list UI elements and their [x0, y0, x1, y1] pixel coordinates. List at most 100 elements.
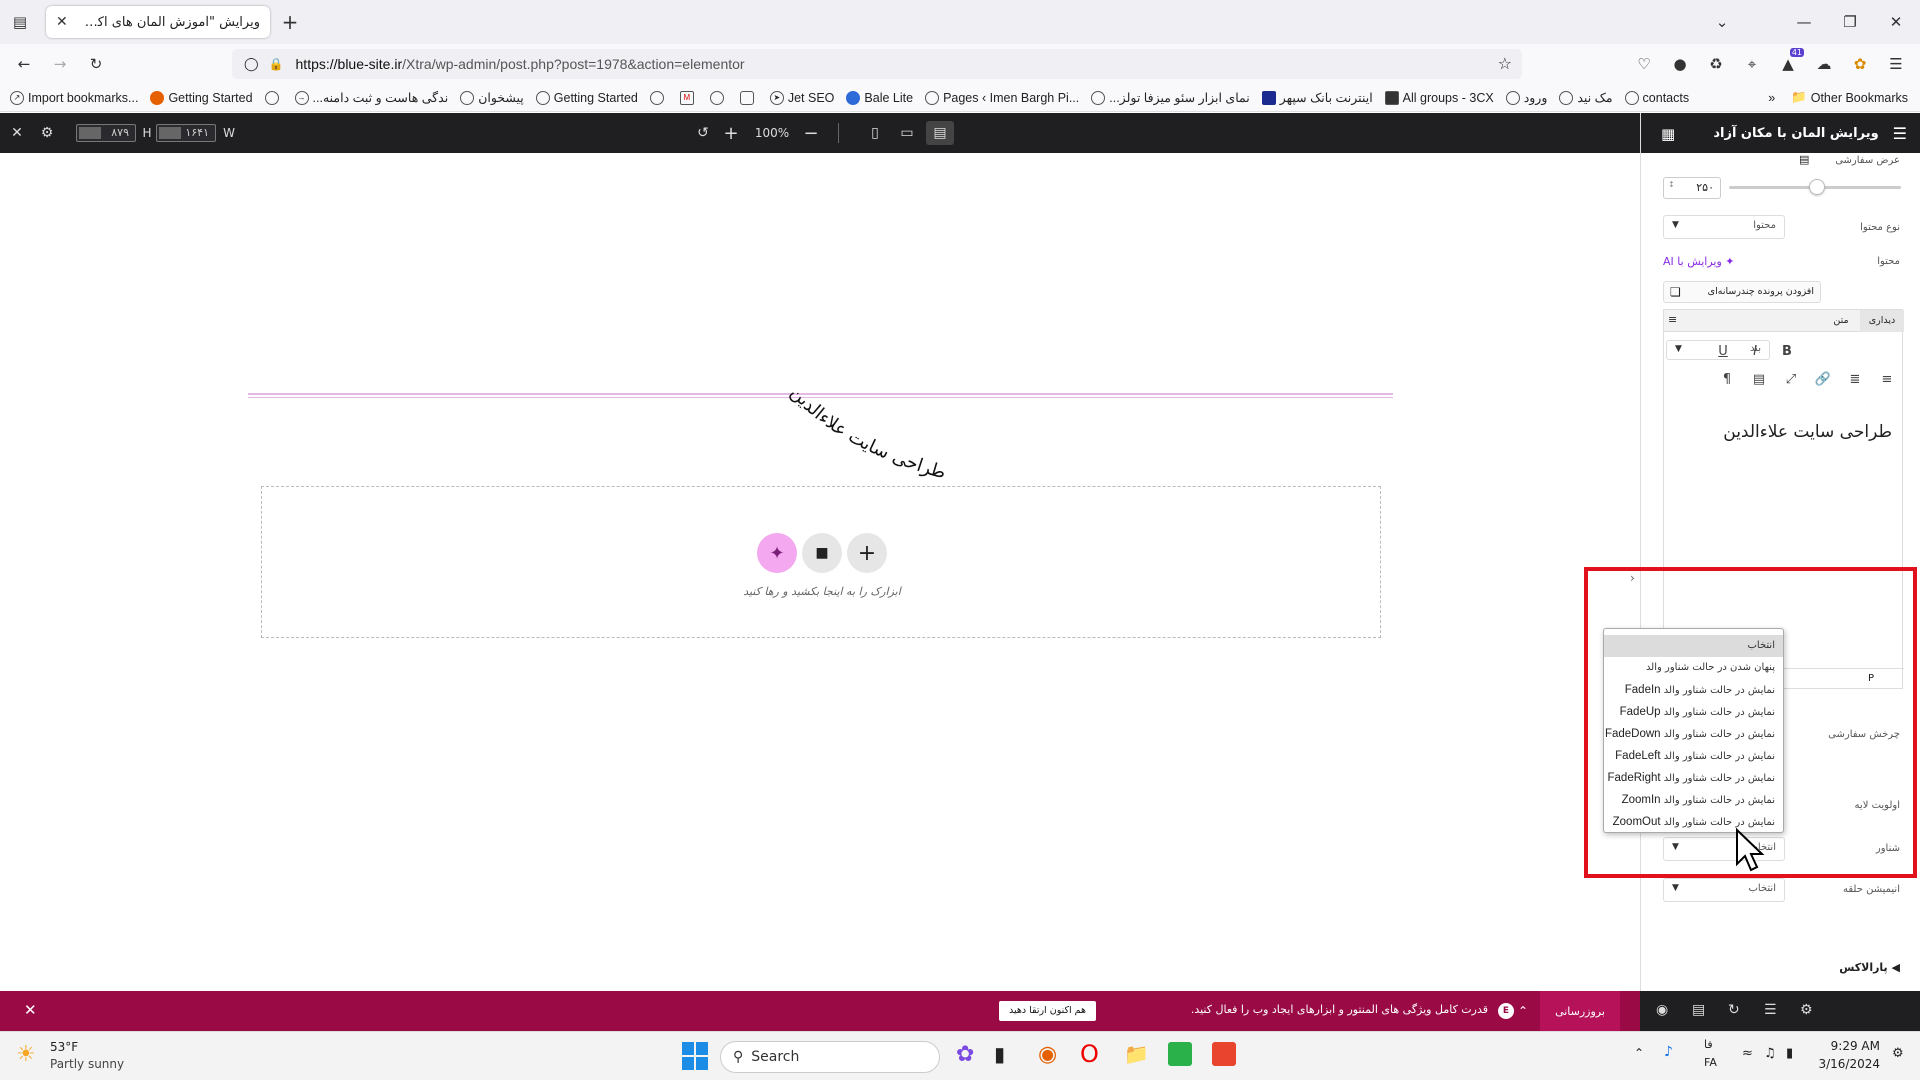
folder-icon[interactable]: ■	[802, 533, 842, 573]
italic-icon[interactable]: I	[1744, 340, 1766, 362]
windows-start-icon[interactable]	[682, 1042, 710, 1070]
bookmark-item[interactable]	[264, 90, 283, 105]
zoom-out-icon[interactable]: −	[798, 113, 824, 153]
bookmark-item[interactable]: مک نید	[1559, 90, 1613, 105]
drop-zone[interactable]: ✦ ■ + ابزارک را به اینجا بکشید و رها کنی…	[261, 486, 1381, 638]
bookmark-item[interactable]: contacts	[1624, 90, 1689, 105]
restore-icon[interactable]: ❐	[1836, 8, 1864, 36]
width-slider-handle[interactable]	[1809, 179, 1825, 195]
bookmark-star-icon[interactable]: ☆	[1498, 54, 1512, 73]
bookmark-item[interactable]: اینترنت بانک سپهر	[1261, 90, 1373, 105]
wifi-icon[interactable]: ≈	[1742, 1046, 1753, 1061]
close-window-icon[interactable]: ✕	[1882, 8, 1910, 36]
stack-icon[interactable]: ≡	[1668, 313, 1677, 326]
content-type-select[interactable]: محتوا ▼	[1663, 215, 1785, 239]
history-icon[interactable]: ↻	[1728, 1002, 1740, 1018]
link-icon[interactable]: 🔗	[1812, 368, 1834, 390]
chevron-double-right-icon[interactable]: »	[1768, 91, 1775, 105]
lock-icon[interactable]: 🔒	[269, 57, 284, 71]
chevron-right-icon[interactable]: ›	[1630, 571, 1635, 585]
extensions-icon[interactable]: ♻	[1702, 50, 1730, 78]
close-icon[interactable]: ✕	[4, 113, 30, 153]
underline-icon[interactable]: U	[1712, 340, 1734, 362]
clock-time[interactable]: 9:29 AM	[1824, 1039, 1880, 1053]
tab-visual[interactable]: دیداری	[1860, 310, 1904, 332]
responsive-icon[interactable]: ▤	[1692, 1002, 1705, 1018]
tablet-view-icon[interactable]: ▭	[894, 113, 920, 153]
forward-arrow-icon[interactable]: →	[46, 50, 74, 78]
height-input[interactable]: ۸۷۹	[76, 124, 136, 142]
mobile-view-icon[interactable]: ▯	[862, 113, 888, 153]
width-number-input[interactable]: ۲۵۰ ↕	[1663, 177, 1721, 199]
recorder-icon[interactable]	[1212, 1042, 1236, 1066]
bookmark-item[interactable]	[709, 90, 728, 105]
layers-icon[interactable]: ☰	[1764, 1002, 1777, 1018]
bookmark-item[interactable]: → ...ندگی هاست و ثبت دامنه	[294, 90, 448, 105]
bookmark-item[interactable]	[739, 90, 758, 105]
bullet-list-icon[interactable]: ≡	[1876, 368, 1898, 390]
task-view-icon[interactable]: ▮	[994, 1042, 1005, 1066]
file-explorer-icon[interactable]: 📁	[1124, 1042, 1149, 1066]
notification-icon[interactable]: ⚙	[1892, 1046, 1904, 1061]
bookmark-item[interactable]: ↗ Import bookmarks...	[10, 90, 138, 105]
bookmark-item[interactable]: Bale Lite	[846, 90, 913, 105]
upgrade-now-button[interactable]: هم اکنون ارتقا دهید	[999, 1001, 1096, 1021]
bookmark-item[interactable]: All groups - 3CX	[1384, 90, 1494, 105]
bookmark-item[interactable]: ...نمای ابزار سئو میزفا تولز	[1091, 90, 1250, 105]
other-bookmarks[interactable]: » 📁 Other Bookmarks	[1768, 90, 1908, 105]
shield-icon[interactable]: ◯	[244, 57, 259, 72]
loop-animation-select[interactable]: انتخاب ▼	[1663, 878, 1785, 902]
bookmark-item[interactable]: ➤ Jet SEO	[769, 90, 834, 105]
toolbar-toggle-icon[interactable]: ▤	[1748, 368, 1770, 390]
chevron-up-icon[interactable]: ⌃	[1634, 1046, 1644, 1060]
bookmark-item[interactable]: Pages ‹ Imen Bargh Pi...	[925, 90, 1079, 105]
curved-text[interactable]: طراحی سایت علاءالدین	[760, 383, 1000, 503]
weather-sun-icon[interactable]: ☀	[16, 1042, 36, 1067]
width-input[interactable]: ۱۶۴۱	[156, 124, 216, 142]
addon-icon[interactable]: ✿	[1846, 50, 1874, 78]
minimize-icon[interactable]: —	[1790, 8, 1818, 36]
reload-icon[interactable]: ↻	[82, 50, 110, 78]
firefox-taskbar-icon[interactable]: ◉	[1038, 1042, 1057, 1067]
bookmark-item[interactable]: M	[679, 90, 698, 105]
parallax-section[interactable]: ◀ پارالاکس	[1839, 961, 1900, 974]
add-media-button[interactable]: ❏ افزودن پرونده چندرسانه‌ای	[1663, 281, 1821, 303]
menu-hamburger-icon[interactable]: ☰	[1882, 50, 1910, 78]
zoom-in-icon[interactable]: +	[718, 113, 744, 153]
rtl-icon[interactable]: ¶	[1716, 368, 1738, 390]
hamburger-icon[interactable]: ☰	[1893, 124, 1907, 143]
numbered-list-icon[interactable]: ≣	[1844, 368, 1866, 390]
add-widget-icon[interactable]: +	[847, 533, 887, 573]
battery-icon[interactable]: ▮	[1786, 1046, 1793, 1061]
fullscreen-icon[interactable]: ⤢	[1780, 368, 1802, 390]
bookmark-item[interactable]: پیشخوان	[460, 90, 524, 105]
browser-tab-active[interactable]: ویرایش "آموزش المان های اکسترا - مه ✕	[46, 6, 270, 38]
crop-icon[interactable]: ⌖	[1738, 50, 1766, 78]
cloud-icon[interactable]: ☁	[1810, 50, 1838, 78]
bookmark-item[interactable]: Getting Started	[535, 90, 638, 105]
url-bar[interactable]: ◯ 🔒 https://blue-site.ir/Xtra/wp-admin/p…	[232, 49, 1522, 79]
promo-update-section[interactable]: بروزرسانی ⌃	[1518, 991, 1620, 1031]
pocket-icon[interactable]: ♡	[1630, 50, 1658, 78]
volume-icon[interactable]: ♫	[1764, 1046, 1776, 1061]
back-arrow-icon[interactable]: ←	[10, 50, 38, 78]
close-promo-icon[interactable]: ✕	[24, 1001, 37, 1019]
chevron-down-icon[interactable]: ⌄	[1708, 8, 1736, 36]
tab-close-icon[interactable]: ✕	[56, 14, 68, 30]
microphone-icon[interactable]: ♪	[1664, 1044, 1673, 1060]
tab-list-icon[interactable]: ▤	[6, 8, 34, 36]
opera-icon[interactable]: O	[1080, 1040, 1099, 1068]
ai-sparkle-icon[interactable]: ✦	[757, 533, 797, 573]
rotate-icon[interactable]: ↺	[690, 113, 716, 153]
apps-grid-icon[interactable]: ▦	[1661, 125, 1675, 143]
camtasia-icon[interactable]	[1168, 1042, 1192, 1066]
account-icon[interactable]: ●	[1666, 50, 1694, 78]
desktop-icon[interactable]: ▤	[1799, 153, 1809, 166]
taskbar-search[interactable]: ⚲ Search	[720, 1041, 940, 1073]
copilot-icon[interactable]: ✿	[956, 1042, 974, 1067]
bookmark-item[interactable]: Getting Started	[150, 90, 253, 105]
tab-text[interactable]: متن	[1826, 310, 1856, 332]
eye-preview-icon[interactable]: ◉	[1656, 1002, 1668, 1018]
shield-extension-icon[interactable]: ▲ 41	[1774, 48, 1804, 78]
bookmark-item[interactable]: ورود	[1505, 90, 1547, 105]
